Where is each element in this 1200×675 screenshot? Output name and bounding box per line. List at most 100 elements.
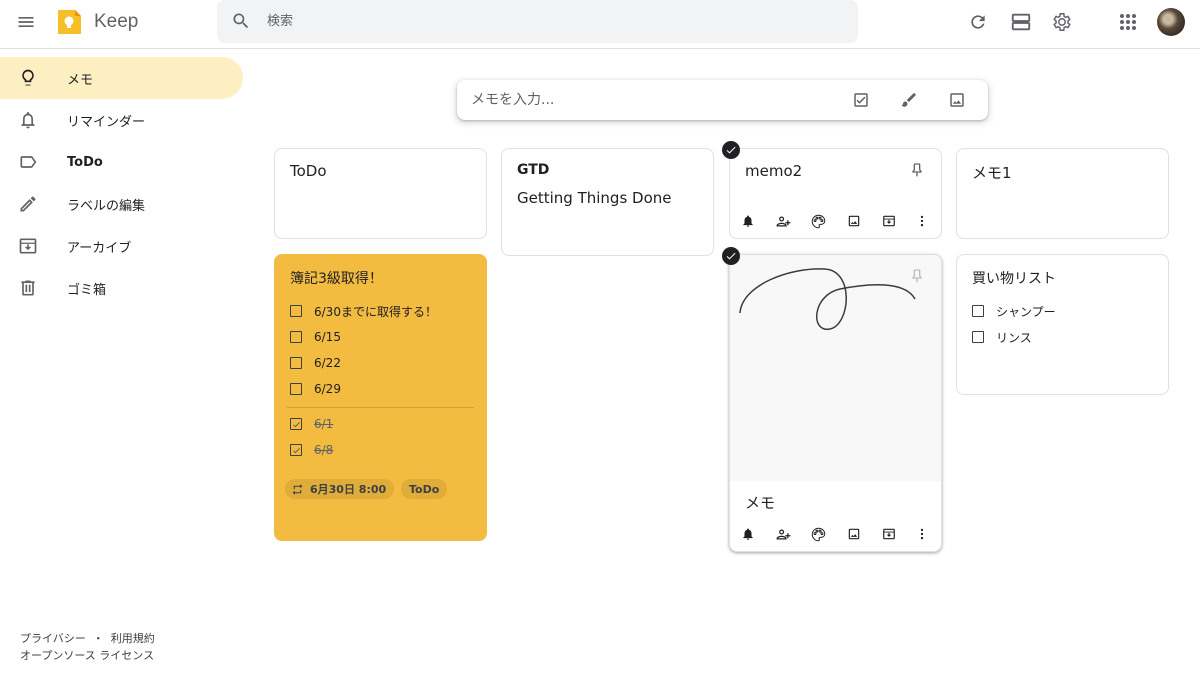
search-bar[interactable]	[217, 0, 858, 43]
note-card-gtd[interactable]: GTD Getting Things Done	[501, 148, 714, 256]
note-title: ToDo	[290, 162, 327, 180]
sidebar-item-archive[interactable]: アーカイブ	[0, 225, 243, 267]
refresh-icon[interactable]	[966, 10, 990, 34]
note-card-memo1[interactable]: メモ1	[956, 148, 1169, 239]
sidebar-item-label: ToDo	[67, 154, 103, 170]
note-title: memo2	[745, 162, 803, 180]
select-check-icon[interactable]	[722, 247, 740, 265]
list-item-unchecked[interactable]: 6/30までに取得する！	[290, 301, 437, 321]
pin-icon[interactable]	[908, 267, 926, 285]
list-item-checked[interactable]: 6/8	[290, 440, 333, 460]
sidebar-item-todo-label[interactable]: ToDo	[0, 141, 243, 183]
reminder-chip-label: 6月30日 8:00	[310, 483, 387, 496]
palette-icon[interactable]	[809, 212, 827, 230]
note-title: 簿記3級取得！	[290, 271, 383, 287]
list-item-label: 6/1	[314, 417, 334, 431]
note-title: メモ1	[972, 164, 1012, 182]
note-title: GTD	[517, 162, 550, 178]
list-item-label: 6/8	[314, 443, 334, 457]
list-view-icon[interactable]	[1009, 10, 1033, 34]
note-card-memo2[interactable]: memo2	[729, 148, 942, 239]
checkbox-icon[interactable]	[972, 331, 984, 343]
take-note-input[interactable]	[471, 80, 831, 120]
oss-license-link[interactable]: オープンソース ライセンス	[20, 649, 154, 662]
sidebar-item-label: メモ	[67, 72, 94, 88]
select-check-icon[interactable]	[722, 141, 740, 159]
new-list-checkbox-icon[interactable]	[850, 89, 872, 111]
list-item-label: 6/22	[314, 356, 341, 370]
sidebar-item-notes[interactable]: メモ	[0, 57, 243, 99]
drawing-canvas[interactable]	[730, 255, 941, 481]
list-item-unchecked[interactable]: 6/15	[290, 327, 341, 347]
sidebar-item-label: ラベルの編集	[67, 198, 146, 214]
checkbox-icon[interactable]	[290, 305, 302, 317]
label-icon	[17, 151, 39, 173]
note-body: Getting Things Done	[517, 189, 672, 207]
list-item-label: シャンプー	[996, 304, 1056, 319]
checked-box-icon[interactable]	[290, 418, 302, 430]
sidebar-item-label: アーカイブ	[67, 240, 132, 256]
checkbox-icon[interactable]	[972, 305, 984, 317]
main-menu-icon[interactable]	[12, 8, 40, 36]
sidebar: メモ リマインダー ToDo ラベルの編集 アーカイブ ゴミ箱	[0, 57, 250, 309]
new-image-icon[interactable]	[946, 89, 968, 111]
search-icon[interactable]	[231, 11, 251, 31]
remind-me-icon[interactable]	[739, 212, 757, 230]
checkbox-icon[interactable]	[290, 357, 302, 369]
note-title: メモ	[745, 494, 776, 512]
collaborator-icon[interactable]	[774, 212, 792, 230]
checked-box-icon[interactable]	[290, 444, 302, 456]
pin-icon[interactable]	[908, 161, 926, 179]
checkbox-icon[interactable]	[290, 383, 302, 395]
list-item-unchecked[interactable]: 6/29	[290, 379, 341, 399]
list-item-label: 6/30までに取得する！	[314, 304, 437, 319]
apps-grid-icon[interactable]	[1116, 10, 1140, 34]
sidebar-item-reminders[interactable]: リマインダー	[0, 99, 243, 141]
pencil-icon	[17, 193, 39, 215]
archive-note-icon[interactable]	[880, 525, 898, 543]
note-card-boki[interactable]: 簿記3級取得！ 6/30までに取得する！ 6/15 6/22 6/29 6/1 …	[274, 254, 487, 541]
footer-separator: ・	[92, 632, 104, 645]
add-image-icon[interactable]	[845, 525, 863, 543]
checkbox-icon[interactable]	[290, 331, 302, 343]
trash-icon	[17, 277, 39, 299]
list-item-unchecked[interactable]: 6/22	[290, 353, 341, 373]
bell-icon	[17, 109, 39, 131]
lightbulb-icon	[17, 67, 39, 89]
sidebar-item-trash[interactable]: ゴミ箱	[0, 267, 243, 309]
list-item-label: 6/29	[314, 382, 341, 396]
reminder-chip[interactable]: 6月30日 8:00	[285, 479, 395, 499]
note-card-drawing[interactable]: メモ	[729, 254, 942, 552]
keep-logo-icon[interactable]	[55, 8, 83, 36]
add-image-icon[interactable]	[845, 212, 863, 230]
account-avatar[interactable]	[1157, 8, 1185, 36]
archive-note-icon[interactable]	[880, 212, 898, 230]
take-note-bar[interactable]	[457, 80, 988, 120]
list-item-checked[interactable]: 6/1	[290, 414, 333, 434]
repeat-icon	[292, 483, 303, 495]
note-card-shopping[interactable]: 買い物リスト シャンプー リンス	[956, 254, 1169, 395]
list-item-label: リンス	[996, 330, 1032, 345]
sidebar-footer: プライバシー ・ 利用規約 オープンソース ライセンス	[20, 630, 155, 664]
label-chip[interactable]: ToDo	[401, 479, 448, 499]
note-card-todo[interactable]: ToDo	[274, 148, 487, 239]
app-title[interactable]: Keep	[94, 11, 138, 33]
sidebar-item-label: ゴミ箱	[67, 282, 107, 298]
more-options-icon[interactable]	[913, 212, 931, 230]
more-options-icon[interactable]	[913, 525, 931, 543]
sidebar-item-edit-labels[interactable]: ラベルの編集	[0, 183, 243, 225]
list-item-unchecked[interactable]: リンス	[972, 327, 1032, 347]
archive-icon	[17, 235, 39, 257]
privacy-link[interactable]: プライバシー	[20, 632, 86, 645]
settings-icon[interactable]	[1050, 10, 1074, 34]
list-item-unchecked[interactable]: シャンプー	[972, 301, 1056, 321]
search-input[interactable]	[267, 0, 827, 43]
new-drawing-brush-icon[interactable]	[898, 89, 920, 111]
note-title: 買い物リスト	[972, 271, 1056, 287]
list-divider	[287, 407, 474, 408]
palette-icon[interactable]	[809, 525, 827, 543]
collaborator-icon[interactable]	[774, 525, 792, 543]
app-header: Keep	[0, 0, 1200, 49]
terms-link[interactable]: 利用規約	[111, 632, 155, 645]
remind-me-icon[interactable]	[739, 525, 757, 543]
